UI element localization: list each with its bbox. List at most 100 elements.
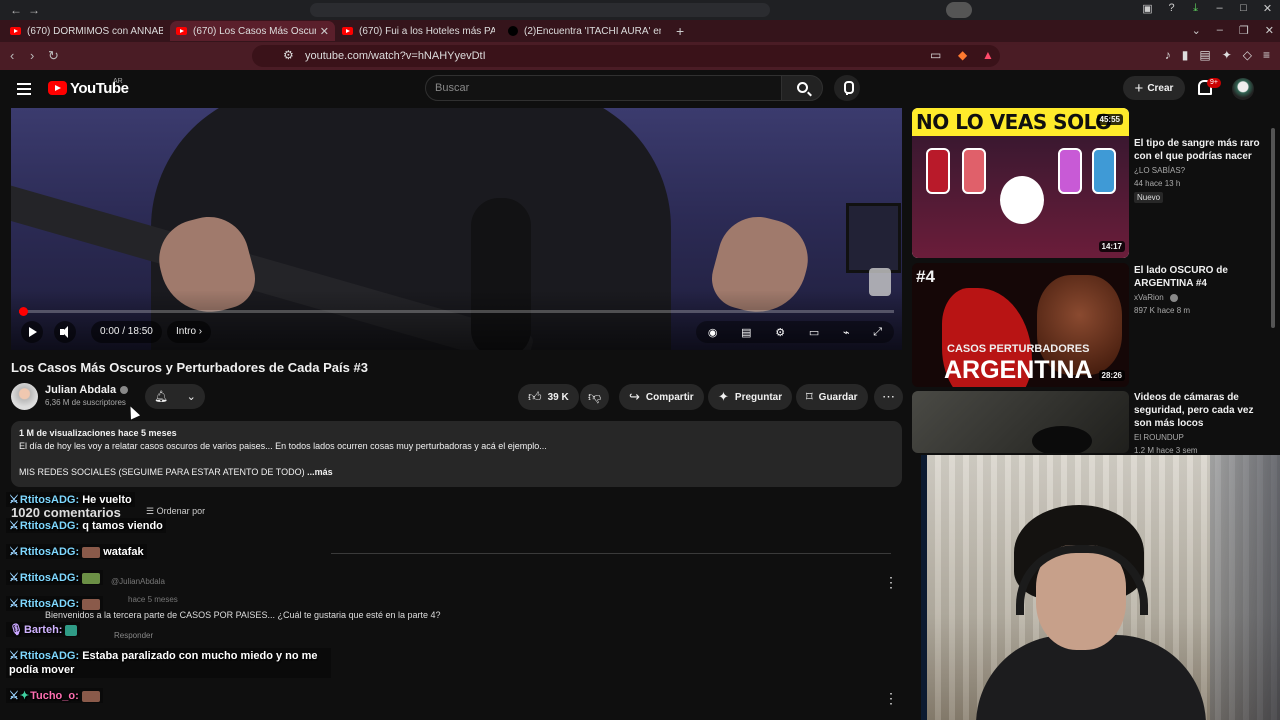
back-icon[interactable]: ‹ — [10, 48, 14, 63]
close-window-icon[interactable]: ✕ — [1265, 24, 1274, 37]
tab-1[interactable]: (670) DORMIMOS con ANNABELLE e — [4, 21, 169, 41]
brave-shield-icon[interactable]: ◆ — [958, 48, 967, 62]
socials-text: MIS REDES SOCIALES (SEGUIME PARA ESTAR A… — [19, 467, 305, 477]
sidebar-toggle-icon[interactable]: ▮ — [1182, 48, 1189, 62]
badge-icon: ✦ — [19, 690, 30, 702]
chapter-button[interactable]: Intro › — [167, 321, 212, 343]
maximize-icon[interactable]: □ — [1237, 2, 1250, 15]
subtitles-icon[interactable]: ▤ — [741, 326, 751, 339]
search-placeholder: Buscar — [435, 82, 470, 94]
verified-icon — [120, 386, 129, 395]
channel-name[interactable]: Julian Abdala — [45, 384, 129, 396]
video-player[interactable]: 0:00 / 18:50 Intro › ◉ ▤ ⚙ ▭ ⌁ ⤢ — [11, 108, 902, 350]
create-button[interactable]: + Crear — [1123, 76, 1185, 100]
youtube-logo-icon[interactable] — [48, 81, 67, 95]
back-arrow-icon[interactable]: ← — [10, 3, 22, 17]
rec-title[interactable]: Videos de cámaras de seguridad, pero cad… — [1134, 391, 1264, 430]
rewards-icon[interactable]: ▲ — [982, 48, 994, 62]
like-button[interactable]: 👍︎ 39 K — [518, 384, 579, 410]
chat-text: q tamos viendo — [82, 520, 163, 532]
autoplay-toggle-icon[interactable]: ◉ — [708, 326, 718, 339]
duration-badge: 14:17 — [1098, 241, 1125, 252]
comment-menu-icon[interactable] — [884, 690, 898, 707]
save-button[interactable]: ⌑ Guardar — [796, 384, 868, 410]
wallet-icon[interactable]: ▤ — [1199, 48, 1210, 62]
comment-input-underline[interactable] — [331, 553, 891, 554]
bookmark-icon: ⌑ — [806, 389, 813, 404]
search-input[interactable]: Buscar — [425, 75, 782, 101]
site-info-icon[interactable]: ⚙ — [283, 48, 294, 62]
tiktok-icon — [508, 26, 518, 36]
minimize-icon[interactable]: – — [1213, 2, 1226, 15]
window-controls: ▣ ? ⤓ – □ ✕ — [1141, 2, 1274, 15]
ai-icon[interactable]: ✦ — [1222, 48, 1232, 62]
channel-watermark-icon[interactable] — [869, 268, 891, 296]
bell-icon: 🔔︎ — [154, 391, 169, 403]
cast-icon[interactable]: ▭ — [930, 48, 941, 62]
rec-channel[interactable]: El ROUNDUP — [1134, 433, 1184, 442]
help-icon[interactable]: ? — [1165, 2, 1178, 15]
forward-arrow-icon[interactable]: → — [28, 3, 40, 17]
video-thumbnail[interactable]: #4 CASOS PERTURBADORES ARGENTINA 28:26 — [912, 263, 1129, 387]
settings-gear-icon[interactable]: ⚙ — [775, 326, 785, 339]
new-tab-icon[interactable]: + — [676, 23, 684, 39]
voice-search-button[interactable] — [834, 75, 860, 101]
rec-channel[interactable]: xVaRion — [1134, 293, 1178, 302]
description-box[interactable]: 1 M de visualizaciones hace 5 meses El d… — [11, 421, 902, 487]
tab-4[interactable]: (2)Encuentra 'ITACHI AURA' en TikTok — [502, 21, 667, 41]
miniplayer-icon[interactable]: ▭ — [809, 326, 819, 339]
download-icon[interactable]: ⤓ — [1189, 2, 1202, 15]
youtube-header: YouTube AR Buscar + Crear 9+ — [0, 70, 1280, 108]
menu-icon[interactable]: ≡ — [1263, 48, 1270, 62]
tab-3[interactable]: (670) Fui a los Hoteles más PARANOR — [336, 21, 501, 41]
rec-meta: 44 hace 13 h — [1134, 179, 1181, 188]
ask-button[interactable]: ✦ Preguntar — [708, 384, 793, 410]
progress-bar[interactable] — [18, 307, 894, 316]
rec-title[interactable]: El lado OSCURO de ARGENTINA #4 — [1134, 264, 1264, 290]
search-button[interactable] — [781, 75, 823, 101]
cast-icon[interactable]: ⌁ — [843, 326, 850, 339]
reload-icon[interactable]: ↻ — [48, 48, 59, 64]
chat-message: 🎙︎Barteh: — [6, 622, 81, 637]
ask-label: Preguntar — [734, 391, 783, 403]
chat-message: ⚔RtitosADG: q tamos viendo — [6, 518, 166, 533]
minimize-icon[interactable]: – — [1217, 24, 1223, 37]
share-label: Compartir — [645, 391, 694, 403]
forward-icon[interactable]: › — [30, 48, 34, 63]
channel-avatar[interactable] — [11, 383, 38, 410]
chat-user: Tucho_o: — [30, 690, 79, 702]
account-avatar[interactable] — [1232, 78, 1254, 100]
sidebar-icon[interactable]: ▣ — [1141, 2, 1154, 15]
scrubber-handle[interactable] — [18, 307, 28, 316]
sword-badge-icon: ⚔ — [9, 572, 19, 584]
music-icon[interactable]: ♪ — [1165, 48, 1171, 62]
rec-meta: 897 K hace 8 m — [1134, 306, 1191, 315]
tab-list-icon[interactable]: ⌄ — [1192, 24, 1201, 37]
comment-menu-icon[interactable] — [884, 574, 898, 591]
dislike-button[interactable]: 👎︎ — [580, 384, 610, 410]
more-actions-button[interactable]: ⋯ — [874, 384, 903, 410]
share-icon: ↪ — [629, 389, 640, 404]
play-button[interactable] — [21, 321, 43, 343]
show-more-link[interactable]: ...más — [307, 467, 333, 477]
rec-channel[interactable]: ¿LO SABÍAS? — [1134, 166, 1185, 175]
restore-icon[interactable]: ❐ — [1239, 24, 1249, 37]
share-button[interactable]: ↪ Compartir — [619, 384, 704, 410]
fullscreen-icon[interactable]: ⤢ — [873, 326, 882, 339]
profile-icon[interactable] — [946, 2, 972, 18]
titlebar-search-pill[interactable] — [310, 3, 770, 17]
close-window-icon[interactable]: ✕ — [1261, 2, 1274, 15]
video-thumbnail[interactable]: NO LO VEAS SOLO 45:55 14:17 — [912, 108, 1129, 258]
tab-2-active[interactable]: (670) Los Casos Más Oscuros y P ✕ — [170, 21, 335, 41]
search-icon — [797, 82, 808, 93]
chat-user: RtitosADG: — [19, 494, 80, 506]
volume-button[interactable] — [54, 321, 76, 343]
vpn-icon[interactable]: ◇ — [1243, 48, 1252, 62]
video-thumbnail[interactable] — [912, 391, 1129, 453]
rec-title[interactable]: El tipo de sangre más raro con el que po… — [1134, 137, 1264, 163]
thumbnail-subtitle: CASOS PERTURBADORES — [947, 343, 1090, 355]
close-tab-icon[interactable]: ✕ — [320, 25, 329, 38]
hamburger-menu-icon[interactable] — [17, 83, 31, 95]
page-scrollbar[interactable] — [1271, 128, 1275, 328]
subscribed-button[interactable]: 🔔︎ ⌄ — [145, 384, 205, 409]
